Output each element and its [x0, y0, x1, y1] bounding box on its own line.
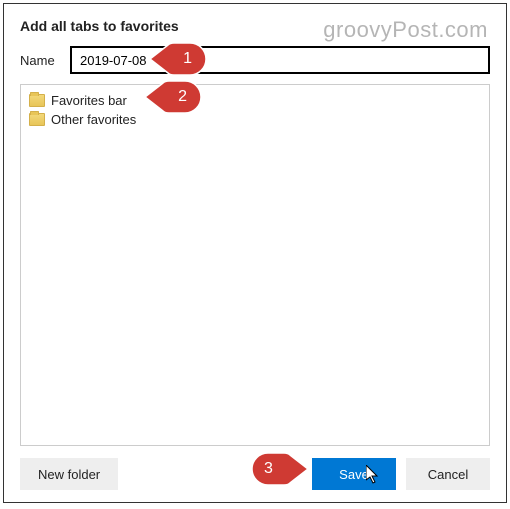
button-row: New folder Save Cancel: [20, 458, 490, 490]
save-button[interactable]: Save: [312, 458, 396, 490]
new-folder-button[interactable]: New folder: [20, 458, 118, 490]
folder-item-favorites-bar[interactable]: Favorites bar: [25, 91, 485, 110]
folder-item-other-favorites[interactable]: Other favorites: [25, 110, 485, 129]
cancel-button[interactable]: Cancel: [406, 458, 490, 490]
folder-label: Other favorites: [51, 112, 136, 127]
name-input[interactable]: [70, 46, 490, 74]
name-label: Name: [20, 53, 60, 68]
name-row: Name: [20, 46, 490, 74]
folder-label: Favorites bar: [51, 93, 127, 108]
folder-list[interactable]: Favorites bar Other favorites: [20, 84, 490, 446]
dialog-title: Add all tabs to favorites: [20, 18, 490, 34]
add-favorites-dialog: Add all tabs to favorites Name Favorites…: [3, 3, 507, 503]
folder-icon: [29, 113, 45, 126]
folder-icon: [29, 94, 45, 107]
